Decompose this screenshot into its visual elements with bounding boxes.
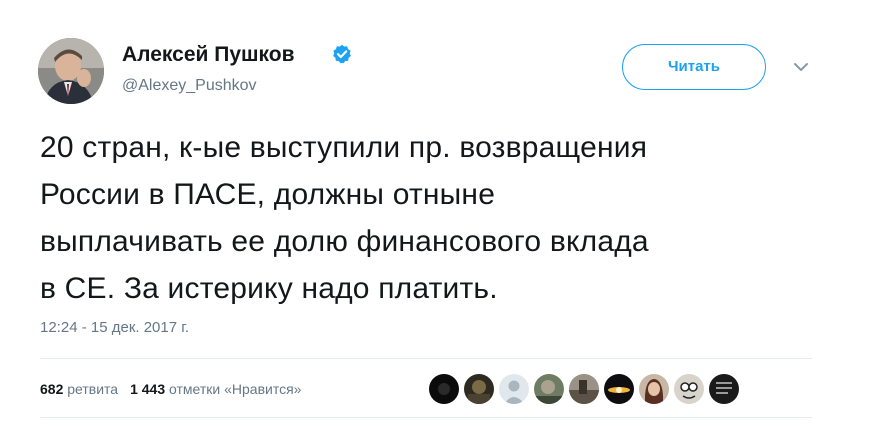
author-handle[interactable]: @Alexey_Pushkov (122, 76, 257, 96)
liker-avatars (428, 373, 743, 405)
verified-badge-icon (333, 44, 351, 64)
liker-avatar[interactable] (463, 373, 495, 405)
author-name[interactable]: Алексей Пушков (122, 42, 295, 68)
tweet-text-line: 20 стран, к-ые выступили пр. возвращения (40, 131, 648, 164)
liker-avatar[interactable] (673, 373, 705, 405)
retweets-stat[interactable]: 682 ретвита (40, 381, 118, 397)
likes-count: 1 443 (130, 381, 166, 397)
tweet-timestamp[interactable]: 12:24 - 15 дек. 2017 г. (40, 318, 189, 338)
divider (40, 417, 812, 418)
retweets-count: 682 (40, 381, 64, 397)
tweet-stats: 682 ретвита 1 443 отметки «Нравится» (40, 379, 301, 399)
author-avatar[interactable] (38, 38, 104, 104)
follow-button[interactable]: Читать (622, 44, 766, 90)
tweet-text: 20 стран, к-ые выступили пр. возвращения… (40, 124, 830, 312)
tweet-text-line: в СЕ. За истерику надо платить. (40, 272, 498, 305)
divider (40, 358, 812, 359)
tweet-text-line: выплачивать ее долю финансового вклада (40, 225, 649, 258)
liker-avatar[interactable] (638, 373, 670, 405)
liker-avatar[interactable] (603, 373, 635, 405)
more-options-button[interactable] (790, 58, 812, 76)
tweet-card: Алексей Пушков @Alexey_Pushkov Читать 20… (0, 0, 870, 427)
tweet-text-line: России в ПАСЕ, должны отныне (40, 178, 496, 211)
likes-label: отметки «Нравится» (169, 381, 302, 397)
chevron-down-icon (794, 63, 808, 71)
liker-avatar[interactable] (498, 373, 530, 405)
liker-avatar[interactable] (428, 373, 460, 405)
retweets-label: ретвита (67, 381, 119, 397)
liker-avatar[interactable] (708, 373, 740, 405)
liker-avatar[interactable] (568, 373, 600, 405)
likes-stat[interactable]: 1 443 отметки «Нравится» (130, 381, 301, 397)
liker-avatar[interactable] (533, 373, 565, 405)
